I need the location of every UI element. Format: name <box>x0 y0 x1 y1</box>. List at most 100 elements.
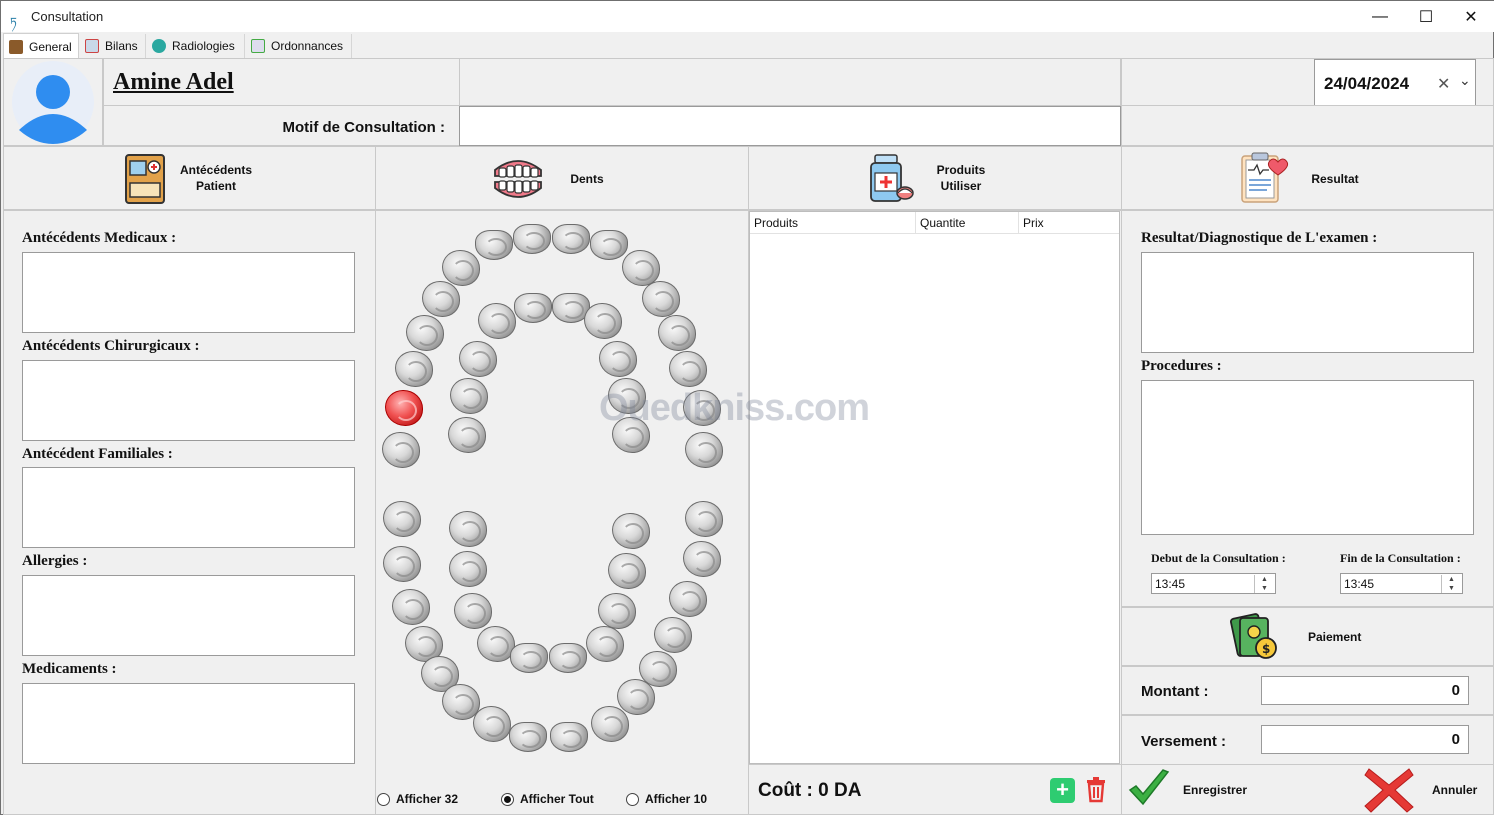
tooth[interactable] <box>552 224 590 254</box>
close-button[interactable]: ✕ <box>1448 1 1494 32</box>
fin-time-value: 13:45 <box>1344 577 1375 591</box>
tooth[interactable] <box>422 281 460 317</box>
tooth[interactable] <box>514 293 552 323</box>
radiologies-icon <box>152 39 166 53</box>
produits-table-header: Produits Quantite Prix <box>750 212 1119 234</box>
tooth[interactable] <box>669 351 707 387</box>
tooth[interactable] <box>510 643 548 673</box>
debut-time-input[interactable]: 13:45 ▲ ▼ <box>1151 573 1276 594</box>
tooth[interactable] <box>612 513 650 549</box>
tooth[interactable] <box>608 378 646 414</box>
tooth[interactable] <box>685 432 723 468</box>
tooth[interactable] <box>608 553 646 589</box>
tooth-selected[interactable] <box>385 390 423 426</box>
versement-cell: Versement : 0 <box>1121 715 1494 765</box>
tooth[interactable] <box>591 706 629 742</box>
produits-table[interactable]: Produits Quantite Prix <box>749 211 1120 764</box>
save-button[interactable]: Enregistrer <box>1125 767 1305 812</box>
cout-cell: Coût : 0 DA + <box>748 764 1122 815</box>
antecedents-familiales-label: Antécédent Familiales : <box>22 446 173 462</box>
clear-date-icon[interactable]: ✕ <box>1437 74 1450 94</box>
tooth[interactable] <box>658 315 696 351</box>
tooth[interactable] <box>617 679 655 715</box>
radio-label: Afficher 10 <box>645 792 708 806</box>
minimize-button[interactable]: — <box>1357 1 1403 32</box>
tooth[interactable] <box>685 501 723 537</box>
medicaments-input[interactable] <box>22 683 355 764</box>
versement-input[interactable]: 0 <box>1261 725 1469 754</box>
tab-radiologies[interactable]: Radiologies <box>147 34 245 58</box>
tooth[interactable] <box>513 224 551 254</box>
antecedents-medicaux-input[interactable] <box>22 252 355 333</box>
tooth[interactable] <box>448 417 486 453</box>
radio-afficher-10[interactable]: Afficher 10 <box>626 792 707 806</box>
tab-general[interactable]: General <box>3 33 79 59</box>
tooth[interactable] <box>382 432 420 468</box>
tooth[interactable] <box>599 341 637 377</box>
tooth[interactable] <box>654 617 692 653</box>
allergies-label: Allergies : <box>22 553 88 569</box>
tooth[interactable] <box>449 511 487 547</box>
tooth[interactable] <box>478 303 516 339</box>
tooth[interactable] <box>598 593 636 629</box>
medicaments-label: Medicaments : <box>22 661 117 677</box>
maximize-button[interactable]: ☐ <box>1403 1 1449 32</box>
motif-label-cell: Motif de Consultation : <box>103 105 460 146</box>
dents-title: Dents <box>570 172 604 186</box>
tooth[interactable] <box>683 390 721 426</box>
tooth[interactable] <box>442 250 480 286</box>
column-header-quantite[interactable]: Quantite <box>920 216 965 230</box>
chevron-down-icon[interactable]: ⌄ <box>1459 72 1471 89</box>
antecedents-familiales-input[interactable] <box>22 467 355 548</box>
tooth[interactable] <box>450 378 488 414</box>
tooth[interactable] <box>550 722 588 752</box>
tooth[interactable] <box>612 417 650 453</box>
general-icon <box>9 39 23 54</box>
avatar <box>12 61 94 144</box>
tooth[interactable] <box>406 315 444 351</box>
diagnostic-input[interactable] <box>1141 252 1474 353</box>
cancel-button[interactable]: Annuler <box>1357 767 1491 813</box>
tooth[interactable] <box>449 551 487 587</box>
montant-input[interactable]: 0 <box>1261 676 1469 705</box>
tooth[interactable] <box>683 541 721 577</box>
cancel-label: Annuler <box>1432 783 1478 797</box>
procedures-input[interactable] <box>1141 380 1474 535</box>
column-header-prix[interactable]: Prix <box>1023 216 1044 230</box>
time-spinner[interactable]: ▲ ▼ <box>1441 575 1461 593</box>
allergies-input[interactable] <box>22 575 355 656</box>
tab-bilans[interactable]: Bilans <box>80 34 146 58</box>
tooth[interactable] <box>590 230 628 260</box>
tooth[interactable] <box>395 351 433 387</box>
tooth[interactable] <box>642 281 680 317</box>
tooth[interactable] <box>549 643 587 673</box>
time-spinner[interactable]: ▲ ▼ <box>1254 575 1274 593</box>
diagnostic-label: Resultat/Diagnostique de L'examen : <box>1141 230 1378 246</box>
tooth[interactable] <box>509 722 547 752</box>
tooth[interactable] <box>454 593 492 629</box>
medical-report-icon <box>1241 152 1289 203</box>
tooth[interactable] <box>392 589 430 625</box>
motif-input[interactable] <box>459 106 1121 146</box>
add-product-button[interactable]: + <box>1050 778 1075 803</box>
radio-afficher-tout[interactable]: Afficher Tout <box>501 792 594 806</box>
tooth[interactable] <box>459 341 497 377</box>
resultat-title: Resultat <box>1311 172 1359 186</box>
antecedents-header: Antécédents Patient <box>3 146 376 210</box>
tooth[interactable] <box>475 230 513 260</box>
tooth[interactable] <box>586 626 624 662</box>
tooth[interactable] <box>584 303 622 339</box>
fin-time-input[interactable]: 13:45 ▲ ▼ <box>1340 573 1463 594</box>
tooth[interactable] <box>383 501 421 537</box>
ordonnances-icon <box>251 39 265 53</box>
column-header-produits[interactable]: Produits <box>754 216 798 230</box>
avatar-cell <box>3 58 103 146</box>
tooth[interactable] <box>669 581 707 617</box>
tooth[interactable] <box>383 546 421 582</box>
tab-ordonnances[interactable]: Ordonnances <box>246 34 352 58</box>
radio-afficher-32[interactable]: Afficher 32 <box>377 792 458 806</box>
tooth[interactable] <box>473 706 511 742</box>
date-picker[interactable]: 24/04/2024 ✕ ⌄ <box>1314 59 1476 106</box>
antecedents-chirurgicaux-input[interactable] <box>22 360 355 441</box>
delete-icon[interactable] <box>1085 777 1107 803</box>
